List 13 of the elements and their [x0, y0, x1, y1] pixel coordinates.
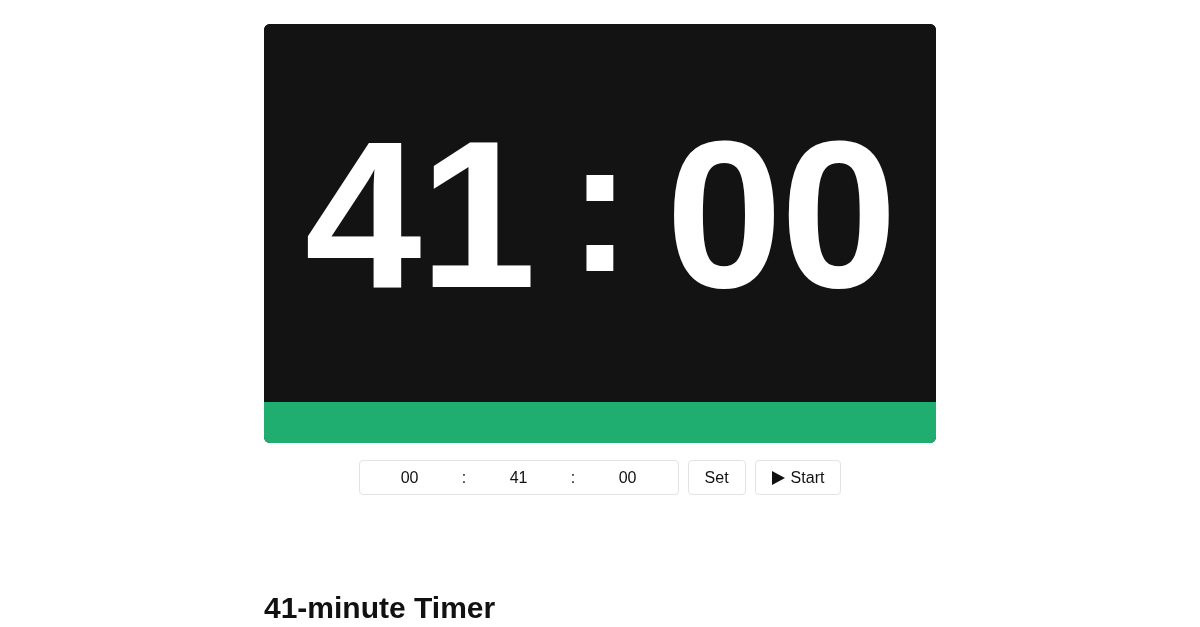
time-separator: :: [569, 467, 577, 488]
time-field[interactable]: 00: [359, 461, 460, 494]
time-field[interactable]: 00: [577, 461, 678, 494]
start-button[interactable]: Start: [754, 460, 842, 495]
time-separator: :: [460, 467, 468, 488]
colon-text: :: [568, 110, 632, 300]
time-input-box[interactable]: 00 : 41 : 00: [358, 460, 679, 495]
seconds-text: 00: [665, 110, 896, 320]
minutes-text: 41: [304, 110, 535, 320]
time-field[interactable]: 41: [468, 461, 569, 494]
set-button[interactable]: Set: [687, 460, 746, 495]
page-heading: 41-minute Timer: [264, 590, 497, 626]
play-icon: [771, 470, 785, 485]
